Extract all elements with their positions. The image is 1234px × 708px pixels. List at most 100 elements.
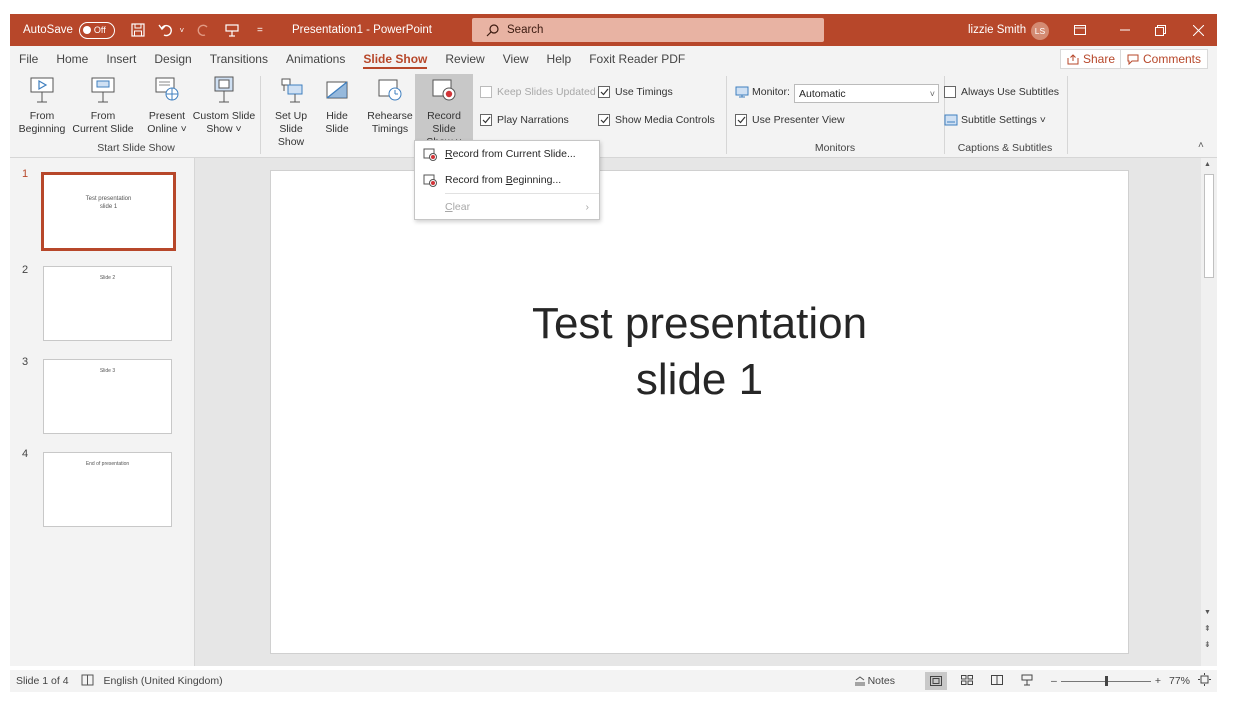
- customize-quick-access-icon[interactable]: =: [249, 19, 271, 41]
- slide-thumbnail-1[interactable]: Test presentation slide 1: [41, 172, 176, 251]
- previous-slide-icon[interactable]: ⇞: [1204, 624, 1211, 633]
- tab-animations[interactable]: Animations: [277, 46, 354, 72]
- from-beginning-icon: [30, 77, 54, 103]
- monitor-select[interactable]: Automatic ˅: [794, 84, 939, 103]
- show-media-controls-checkbox[interactable]: Show Media Controls: [598, 114, 715, 126]
- collapse-ribbon-icon[interactable]: ˄: [1198, 140, 1204, 151]
- always-use-subtitles-checkbox[interactable]: Always Use Subtitles: [944, 86, 1059, 98]
- set-up-slide-show-icon: [281, 78, 303, 103]
- monitor-icon: [735, 86, 749, 98]
- ribbon: From Beginning From Current Slide Present O…: [10, 72, 1217, 158]
- group-separator: [260, 76, 261, 154]
- zoom-slider[interactable]: [1060, 676, 1151, 686]
- zoom-out-button[interactable]: –: [1051, 675, 1057, 687]
- ribbon-display-options-icon[interactable]: [1064, 14, 1096, 46]
- scroll-down-icon: ▼: [1204, 609, 1211, 616]
- hide-slide-icon: [326, 81, 348, 99]
- redo-icon: [193, 19, 215, 41]
- record-slide-show-button[interactable]: Record SlideShow ˅: [415, 74, 473, 148]
- custom-slide-show-button[interactable]: Custom Slide Show ˅: [192, 74, 256, 136]
- notes-button[interactable]: Notes: [854, 675, 895, 687]
- slide-thumbnail-4[interactable]: End of presentation: [43, 452, 172, 527]
- zoom-in-button[interactable]: +: [1155, 675, 1161, 687]
- close-icon[interactable]: [1182, 14, 1214, 46]
- from-current-slide-icon: [91, 77, 115, 103]
- keep-slides-updated-checkbox: Keep Slides Updated: [480, 86, 596, 98]
- tab-home[interactable]: Home: [47, 46, 97, 72]
- search-placeholder: Search: [507, 24, 544, 36]
- record-slide-show-icon: [432, 79, 456, 101]
- share-button[interactable]: Share: [1060, 49, 1123, 69]
- current-slide[interactable]: Test presentation slide 1: [270, 170, 1129, 654]
- undo-dropdown-icon[interactable]: ˅: [177, 19, 187, 41]
- tab-design[interactable]: Design: [145, 46, 200, 72]
- monitor-label: Monitor:: [735, 86, 790, 98]
- autosave-toggle[interactable]: Off: [78, 21, 115, 39]
- record-icon: [423, 174, 437, 187]
- minimize-icon[interactable]: [1109, 14, 1141, 46]
- autosave-label: AutoSave: [23, 24, 73, 36]
- user-name[interactable]: lizzie Smith: [968, 24, 1026, 36]
- normal-view-icon[interactable]: [925, 672, 947, 690]
- tab-file[interactable]: File: [10, 46, 47, 72]
- save-icon[interactable]: [127, 19, 149, 41]
- slide-thumbnail-pane: 1 Test presentation slide 1 2 Slide 2 3 …: [10, 158, 195, 666]
- play-narrations-checkbox[interactable]: Play Narrations: [480, 114, 569, 126]
- from-current-slide-button[interactable]: From Current Slide: [71, 74, 135, 136]
- next-slide-icon[interactable]: ⇟: [1204, 640, 1211, 649]
- record-from-current-slide-item[interactable]: Record from Current Slide...: [415, 141, 599, 167]
- thumbnail-text: End of presentation: [85, 461, 130, 467]
- record-from-beginning-item[interactable]: Record from Beginning...: [415, 167, 599, 193]
- scrollbar-thumb[interactable]: [1204, 174, 1214, 278]
- language-indicator[interactable]: English (United Kingdom): [104, 675, 223, 687]
- search-icon: [486, 23, 499, 36]
- group-label-start-slide-show: Start Slide Show: [97, 142, 175, 154]
- set-up-slide-show-button[interactable]: Set Up Slide Show: [266, 74, 316, 149]
- slide-thumbnail-3[interactable]: Slide 3: [43, 359, 172, 434]
- from-beginning-button[interactable]: From Beginning: [14, 74, 70, 136]
- search-box[interactable]: Search: [472, 18, 824, 42]
- custom-slide-show-icon: [214, 76, 234, 103]
- slide-counter: Slide 1 of 4: [16, 675, 69, 687]
- ribbon-tabs: File Home Insert Design Transitions Anim…: [10, 46, 1217, 72]
- slide-number: 3: [22, 356, 29, 368]
- slide-editing-canvas: Test presentation slide 1: [195, 158, 1201, 666]
- record-slide-show-menu: Record from Current Slide... Record from…: [414, 140, 600, 220]
- thumbnail-text: Test presentation slide 1: [85, 196, 132, 210]
- tab-slide-show[interactable]: Slide Show: [354, 46, 436, 72]
- vertical-scrollbar[interactable]: ▲ ▼ ⇞ ⇟: [1201, 158, 1217, 666]
- slide-thumbnail-2[interactable]: Slide 2: [43, 266, 172, 341]
- tab-insert[interactable]: Insert: [97, 46, 145, 72]
- record-icon: [423, 148, 437, 161]
- reading-view-icon[interactable]: [991, 674, 1003, 688]
- slide-show-view-icon[interactable]: [1021, 674, 1033, 689]
- share-icon: [1067, 53, 1079, 64]
- tab-foxit-reader-pdf[interactable]: Foxit Reader PDF: [580, 46, 694, 72]
- group-label-monitors: Monitors: [814, 142, 856, 154]
- chevron-down-icon: ˅: [929, 88, 935, 99]
- undo-icon[interactable]: [155, 19, 177, 41]
- slide-sorter-icon[interactable]: [961, 674, 973, 688]
- use-timings-checkbox[interactable]: Use Timings: [598, 86, 673, 98]
- restore-icon[interactable]: [1144, 14, 1176, 46]
- subtitle-settings-button[interactable]: Subtitle Settings ˅: [944, 114, 1046, 126]
- hide-slide-button[interactable]: Hide Slide: [320, 74, 354, 136]
- chevron-right-icon: ›: [585, 201, 590, 213]
- tab-help[interactable]: Help: [538, 46, 581, 72]
- tab-view[interactable]: View: [494, 46, 538, 72]
- group-label-captions-subtitles: Captions & Subtitles: [957, 142, 1053, 154]
- slide-title-textbox[interactable]: Test presentation slide 1: [271, 296, 1128, 408]
- comments-button[interactable]: Comments: [1120, 49, 1209, 69]
- document-title: Presentation1 - PowerPoint: [292, 24, 432, 36]
- title-bar: AutoSave Off ˅ = Presentation1 - PowerPo…: [10, 14, 1217, 46]
- avatar[interactable]: LS: [1031, 22, 1049, 40]
- rehearse-timings-button[interactable]: Rehearse Timings: [366, 74, 414, 136]
- start-presentation-icon[interactable]: [221, 19, 243, 41]
- use-presenter-view-checkbox[interactable]: Use Presenter View: [735, 114, 845, 126]
- fit-slide-to-window-icon[interactable]: [1198, 673, 1211, 689]
- zoom-level[interactable]: 77%: [1169, 675, 1190, 687]
- tab-review[interactable]: Review: [436, 46, 493, 72]
- present-online-button[interactable]: Present Online ˅: [140, 74, 194, 136]
- tab-transitions[interactable]: Transitions: [201, 46, 277, 72]
- spelling-check-icon[interactable]: [81, 674, 94, 689]
